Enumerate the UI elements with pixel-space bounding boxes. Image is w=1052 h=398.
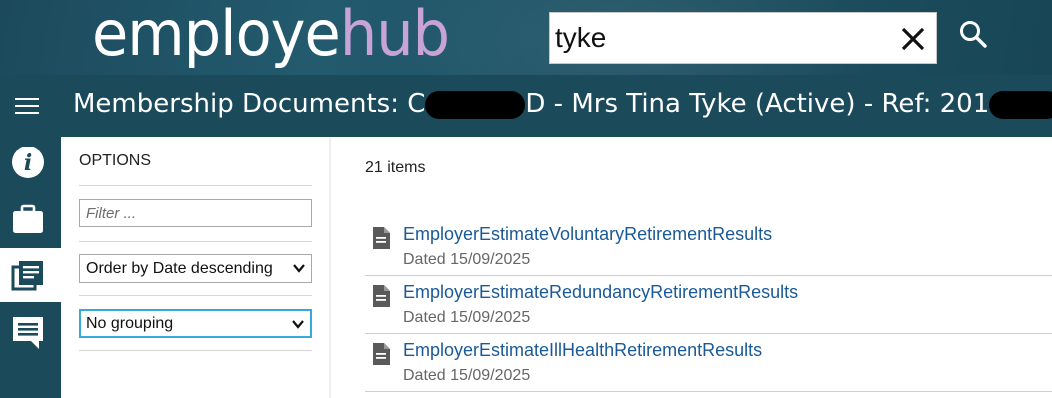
- search-box: [549, 12, 937, 64]
- document-icon: [373, 227, 390, 249]
- icon-rail: i: [0, 137, 61, 398]
- order-select-value: Order by Date descending: [86, 260, 273, 277]
- documents-list: 21 items EmployerEstimateVoluntaryRetire…: [333, 137, 1052, 398]
- document-row: EmployerEstimateIllHealthRetirementResul…: [365, 334, 1052, 392]
- options-panel: OPTIONS Order by Date descending No grou…: [61, 137, 331, 398]
- search-icon[interactable]: [957, 18, 991, 52]
- document-date: Dated 15/09/2025: [403, 309, 531, 326]
- document-date: Dated 15/09/2025: [403, 251, 531, 268]
- chevron-down-icon: [293, 264, 305, 273]
- chevron-down-icon: [292, 320, 304, 329]
- rail-item-briefcase[interactable]: [0, 192, 61, 246]
- divider: [365, 391, 1052, 392]
- search-input[interactable]: [555, 19, 885, 57]
- item-count: 21 items: [365, 159, 426, 176]
- document-date: Dated 15/09/2025: [403, 367, 531, 384]
- rail-item-chat[interactable]: [0, 304, 61, 358]
- rail-item-info[interactable]: i: [0, 137, 61, 191]
- document-row: EmployerEstimateRedundancyRetirementResu…: [365, 276, 1052, 334]
- order-select[interactable]: Order by Date descending: [79, 254, 312, 283]
- chat-icon: [13, 317, 43, 349]
- briefcase-icon: [13, 204, 43, 233]
- divider: [79, 241, 312, 242]
- logo-text-main: employe: [92, 0, 341, 70]
- document-link[interactable]: EmployerEstimateRedundancyRetirementResu…: [403, 282, 798, 303]
- document-link[interactable]: EmployerEstimateIllHealthRetirementResul…: [403, 340, 762, 361]
- top-header: employehub: [0, 0, 1052, 75]
- close-icon[interactable]: [897, 23, 929, 55]
- divider: [79, 350, 312, 351]
- options-heading: OPTIONS: [79, 152, 152, 169]
- document-icon: [373, 285, 390, 307]
- rail-item-documents[interactable]: [0, 248, 61, 302]
- document-icon: [373, 343, 390, 365]
- page-title: Membership Documents: C D - Mrs Tina Tyke…: [73, 84, 1052, 124]
- page-title-start: Membership Documents: C: [73, 89, 426, 119]
- filter-input[interactable]: [79, 199, 312, 227]
- grouping-select[interactable]: No grouping: [79, 309, 312, 338]
- redaction-mark: [425, 90, 526, 119]
- logo-text-accent: hub: [339, 0, 450, 70]
- divider: [79, 185, 312, 186]
- hamburger-menu-icon[interactable]: [14, 95, 40, 117]
- grouping-select-value: No grouping: [86, 315, 174, 332]
- document-row: EmployerEstimateVoluntaryRetirementResul…: [365, 218, 1052, 276]
- document-link[interactable]: EmployerEstimateVoluntaryRetirementResul…: [403, 224, 772, 245]
- divider: [79, 295, 312, 296]
- title-bar: Membership Documents: C D - Mrs Tina Tyke…: [0, 75, 1052, 137]
- documents-icon: [11, 261, 43, 291]
- svg-text:i: i: [24, 150, 32, 176]
- employeehub-logo[interactable]: employehub: [92, 0, 450, 72]
- page-title-end: D - Mrs Tina Tyke (Active) - Ref: 201: [525, 89, 990, 119]
- redaction-mark: [989, 90, 1052, 119]
- info-icon: i: [12, 147, 44, 178]
